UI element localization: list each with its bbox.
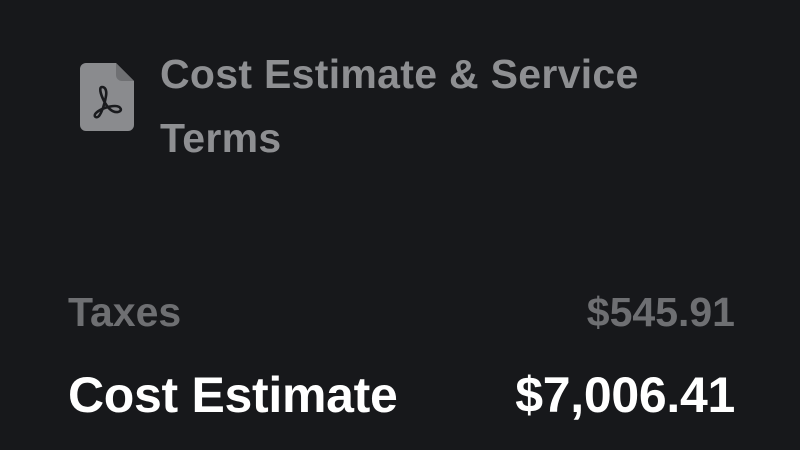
cost-estimate-screen: Cost Estimate & Service Terms Taxes $545…: [0, 0, 800, 450]
pdf-document-icon: [80, 63, 134, 131]
pdf-attachment[interactable]: Cost Estimate & Service Terms: [80, 36, 740, 166]
taxes-amount: $545.91: [586, 289, 735, 335]
cost-estimate-label: Cost Estimate: [68, 367, 398, 423]
cost-estimate-total-row: Cost Estimate $7,006.41: [68, 360, 735, 430]
taxes-label: Taxes: [68, 289, 182, 335]
cost-estimate-amount: $7,006.41: [515, 367, 735, 423]
attachment-title: Cost Estimate & Service Terms: [160, 51, 639, 161]
taxes-row: Taxes $545.91: [68, 284, 735, 340]
